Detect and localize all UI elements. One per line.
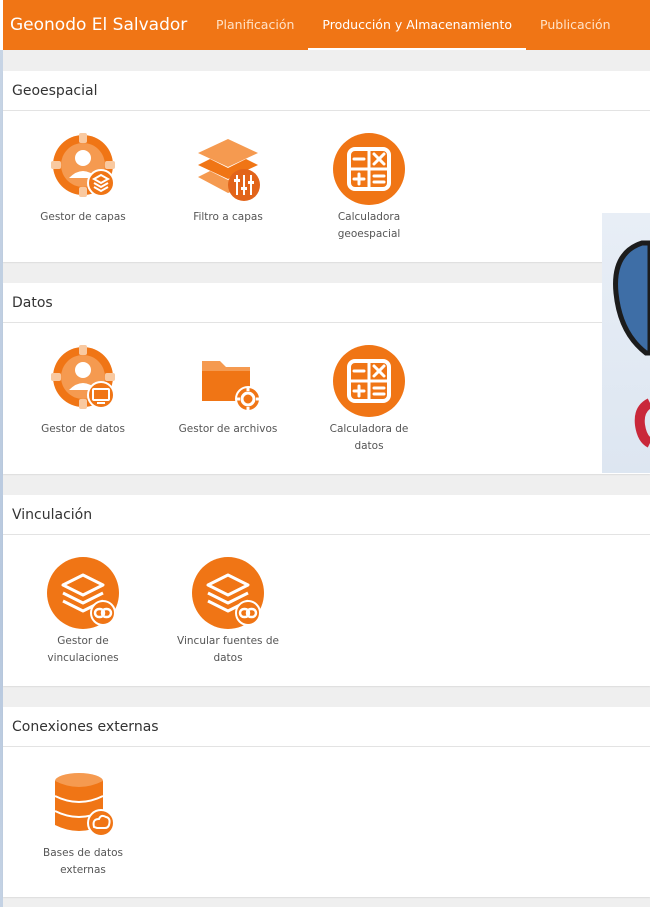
section-title: Conexiones externas [3, 707, 650, 747]
tool-label: Bases de datos externas [21, 845, 145, 879]
tool-gestor-de-archivos[interactable]: Gestor de archivos [166, 343, 290, 438]
background-graphic [602, 213, 650, 473]
section-title: Datos [3, 283, 650, 323]
tab-publicacion[interactable]: Publicación [526, 0, 625, 50]
layers-filter-icon [198, 139, 260, 201]
tool-calculadora-geoespacial[interactable]: Calculadora geoespacial [307, 131, 431, 243]
tool-label-line: datos [354, 440, 384, 452]
tool-label: Gestor de datos [41, 423, 125, 435]
section-title: Vinculación [3, 495, 650, 535]
tool-label-line: vinculaciones [47, 652, 119, 664]
tool-label-line: externas [60, 864, 106, 876]
tool-filtro-a-capas[interactable]: Filtro a capas [166, 131, 290, 226]
brand-title[interactable]: Geonodo El Salvador [3, 0, 202, 50]
spacer [3, 262, 650, 283]
tool-calculadora-de-datos[interactable]: Calculadora de datos [307, 343, 431, 455]
spacer [3, 50, 650, 71]
layers-link-icon [192, 557, 264, 629]
tool-label: Filtro a capas [193, 211, 263, 223]
tool-label-line: Vincular fuentes de [177, 635, 279, 647]
folder-gear-icon [202, 361, 261, 412]
tool-vincular-fuentes-de-datos[interactable]: Vincular fuentes de datos [166, 555, 290, 667]
tool-label-line: geoespacial [337, 228, 401, 240]
tool-label: Gestor de archivos [178, 423, 278, 435]
section-title: Geoespacial [3, 71, 650, 111]
tool-gestor-de-capas[interactable]: Gestor de capas [21, 131, 145, 226]
top-navbar: Geonodo El Salvador Planificación Produc… [0, 0, 650, 50]
tab-planificacion[interactable]: Planificación [202, 0, 308, 50]
user-gear-layers-icon [51, 133, 115, 197]
database-cloud-icon [54, 773, 115, 837]
tool-label: Gestor de capas [40, 211, 126, 223]
section-conexiones-externas: Conexiones externas Bases de datos exter… [3, 707, 650, 897]
tool-label: Vincular fuentes de datos [166, 633, 290, 667]
tool-label-line: datos [213, 652, 243, 664]
shield-graphic-icon [613, 240, 650, 448]
section-vinculacion: Vinculación Gestor de vinculaciones Vinc… [3, 495, 650, 686]
tab-produccion-almacenamiento[interactable]: Producción y Almacenamiento [308, 0, 526, 50]
tool-label: Gestor de vinculaciones [21, 633, 145, 667]
tool-label-line: Calculadora [337, 211, 401, 223]
layers-link-icon [47, 557, 119, 629]
spacer [3, 897, 650, 907]
tool-label: Calculadora de datos [307, 421, 431, 455]
tool-label-line: Bases de datos [43, 847, 123, 859]
tool-bases-de-datos-externas[interactable]: Bases de datos externas [21, 767, 145, 879]
user-gear-monitor-icon [51, 345, 115, 409]
tool-label-line: Calculadora de [329, 423, 409, 435]
tool-gestor-de-vinculaciones[interactable]: Gestor de vinculaciones [21, 555, 145, 667]
tool-label: Calculadora geoespacial [307, 209, 431, 243]
section-datos: Datos Gestor de datos Gestor de archivos… [3, 283, 650, 474]
spacer [3, 686, 650, 707]
calculator-icon [333, 345, 405, 417]
calculator-icon [333, 133, 405, 205]
tool-gestor-de-datos[interactable]: Gestor de datos [21, 343, 145, 438]
tool-label-line: Gestor de [57, 635, 109, 647]
spacer [3, 474, 650, 495]
section-geoespacial: Geoespacial Gestor de capas Filtro a cap… [3, 71, 650, 262]
